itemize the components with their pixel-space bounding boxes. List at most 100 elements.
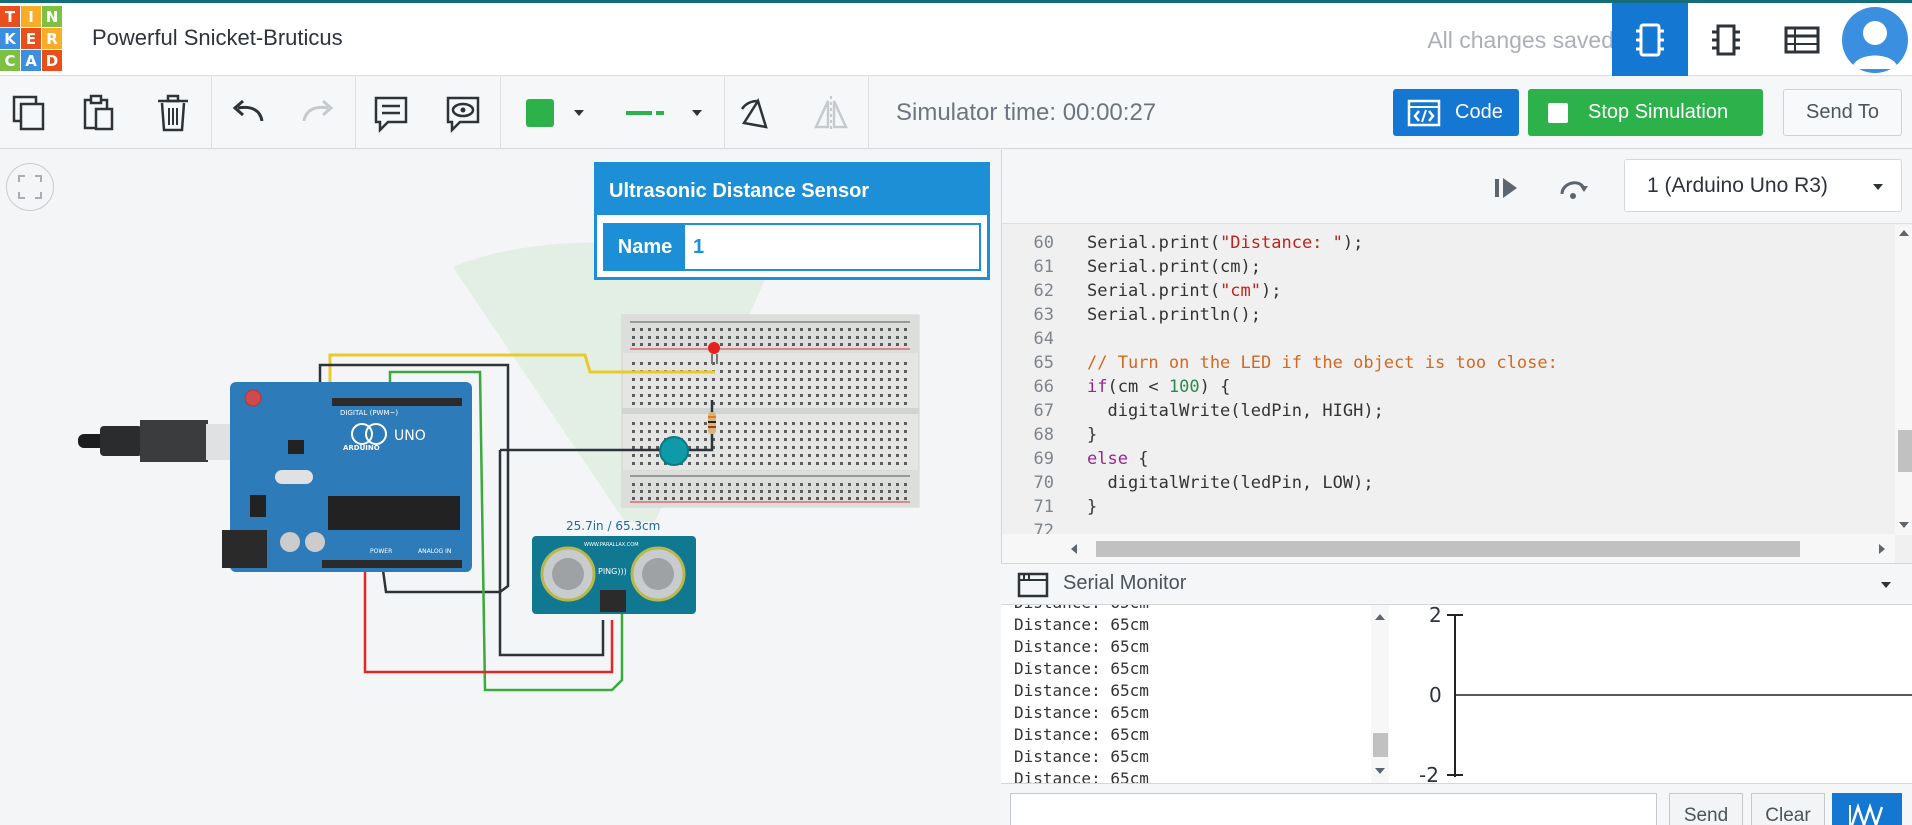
sensor-brand-label: WWW.PARALLAX.COM — [584, 542, 639, 548]
code-line[interactable]: 62 Serial.print("cm"); — [1002, 281, 1897, 305]
breadboard[interactable] — [621, 314, 920, 508]
delete-button[interactable] — [150, 90, 196, 136]
name-field[interactable]: 1 — [685, 225, 979, 269]
arduino-uno-board[interactable]: DIGITAL (PWM~) ARDUINO UNO POWER ANALOG … — [222, 382, 472, 572]
serial-output: Distance: 65cm Distance: 65cm Distance: 65… — [1001, 605, 1371, 783]
chevron-down-icon — [1873, 184, 1883, 190]
toolbar-divider — [211, 77, 212, 149]
resistor[interactable] — [708, 412, 716, 434]
code-line[interactable]: 64 — [1002, 329, 1897, 353]
schematic-view-button[interactable] — [1688, 3, 1764, 76]
code-line[interactable]: 68} — [1002, 425, 1897, 449]
code-line[interactable]: 72 — [1002, 521, 1897, 535]
wire-color-picker[interactable] — [512, 90, 594, 136]
serial-monitor-header[interactable]: Serial Monitor — [1001, 563, 1912, 605]
stop-simulation-button[interactable]: Stop Simulation — [1528, 89, 1763, 136]
toolbar-divider — [868, 77, 869, 149]
serial-line: Distance: 65cm — [1014, 703, 1149, 722]
code-text: Serial.print("Distance: "); — [1087, 233, 1363, 253]
code-text: digitalWrite(ledPin, LOW); — [1087, 473, 1373, 493]
delete-icon — [158, 94, 188, 132]
undo-button[interactable] — [225, 90, 271, 136]
ultrasonic-sensor[interactable]: 25.7in / 65.3cm WWW.PARALLAX.COM PING))) — [532, 519, 696, 614]
code-vertical-scroll-thumb[interactable] — [1898, 430, 1912, 472]
stop-icon — [1548, 102, 1568, 123]
code-line[interactable]: 71} — [1002, 497, 1897, 521]
code-token: Serial.print( — [1087, 233, 1221, 253]
send-button[interactable]: Send — [1669, 793, 1743, 825]
power-label: POWER — [370, 548, 392, 555]
restart-icon[interactable] — [1558, 174, 1588, 202]
logo-letter: E — [21, 28, 41, 49]
code-token: Serial.print( — [1087, 281, 1221, 301]
code-button[interactable]: Code — [1393, 89, 1519, 136]
circuit-canvas[interactable]: DIGITAL (PWM~) ARDUINO UNO POWER ANALOG … — [0, 150, 1001, 825]
notes-visibility-button[interactable] — [440, 90, 486, 136]
code-text: // Turn on the LED if the object is too … — [1087, 353, 1558, 373]
paste-button[interactable] — [76, 90, 122, 136]
serial-scroll-thumb[interactable] — [1373, 733, 1388, 757]
line-number: 62 — [1033, 281, 1054, 301]
tinkercad-logo[interactable]: TIN KER CAD — [0, 6, 62, 72]
code-token: ) { — [1199, 377, 1231, 397]
rotate-button[interactable] — [733, 90, 779, 136]
chevron-down-icon — [574, 110, 584, 116]
clear-button[interactable]: Clear — [1751, 793, 1825, 825]
code-panel: 1 (Arduino Uno R3) 60 Serial.print("Dista… — [1001, 150, 1912, 563]
code-token: { — [1127, 449, 1149, 469]
code-line[interactable]: 67 digitalWrite(ledPin, HIGH); — [1002, 401, 1897, 425]
sensor-name-label: PING))) — [598, 567, 627, 576]
serial-scrollbar[interactable] — [1371, 605, 1389, 783]
serial-monitor-title: Serial Monitor — [1063, 572, 1187, 594]
serial-line: Distance: 65cm — [1014, 725, 1149, 744]
serial-plotter-graph: 2 0 -2 — [1419, 603, 1912, 787]
user-icon — [1852, 21, 1898, 69]
name-label: Name — [605, 225, 685, 269]
serial-line: Distance: 65cm — [1014, 769, 1149, 783]
chevron-down-icon[interactable] — [1879, 580, 1893, 590]
rotate-icon — [740, 98, 768, 129]
serial-input[interactable] — [1010, 793, 1657, 825]
line-number: 67 — [1033, 401, 1054, 421]
code-token: "cm" — [1220, 281, 1262, 301]
code-line[interactable]: 60 Serial.print("Distance: "); — [1002, 233, 1897, 257]
graph-icon — [1849, 803, 1884, 825]
serial-plotter: 2 0 -2 — [1389, 603, 1912, 787]
flip-button[interactable] — [808, 90, 854, 136]
code-token: Serial.print(cm); — [1087, 257, 1261, 277]
redo-button[interactable] — [295, 90, 341, 136]
code-line[interactable]: 61 Serial.print(cm); — [1002, 257, 1897, 281]
code-editor[interactable]: 60 Serial.print("Distance: "); 61 Serial.pr… — [1002, 225, 1897, 535]
user-avatar[interactable] — [1842, 7, 1908, 73]
inspector-name-row: Name 1 — [603, 223, 981, 271]
logo-letter: K — [0, 28, 20, 49]
circuit-view-button[interactable] — [1612, 3, 1688, 76]
code-line[interactable]: 63 Serial.println(); — [1002, 305, 1897, 329]
project-title[interactable]: Powerful Snicket-Bruticus — [92, 25, 343, 51]
code-horizontal-scrollbar[interactable] — [1002, 534, 1895, 563]
circuit-view-icon — [1636, 23, 1664, 56]
code-line[interactable]: 66 if(cm < 100) { — [1002, 377, 1897, 401]
sensor-selection-handle[interactable] — [659, 436, 689, 466]
schematic-view-icon — [1712, 24, 1740, 55]
code-line[interactable]: 70 digitalWrite(ledPin, LOW); — [1002, 473, 1897, 497]
code-line[interactable]: 65 // Turn on the LED if the object is to… — [1002, 353, 1897, 377]
device-select[interactable]: 1 (Arduino Uno R3) — [1624, 159, 1902, 212]
code-horizontal-scroll-thumb[interactable] — [1096, 541, 1800, 557]
code-line[interactable]: 69 else { — [1002, 449, 1897, 473]
copy-button[interactable] — [6, 90, 52, 136]
graph-toggle-button[interactable] — [1832, 793, 1902, 825]
code-text: } — [1087, 425, 1097, 445]
serial-line: Distance: 65cm — [1014, 605, 1149, 615]
line-number: 63 — [1033, 305, 1054, 325]
code-vertical-scrollbar[interactable] — [1895, 225, 1912, 535]
undo-icon — [232, 99, 264, 122]
wire-type-selector[interactable] — [612, 90, 714, 136]
uno-label: UNO — [394, 428, 426, 444]
code-text: digitalWrite(ledPin, HIGH); — [1087, 401, 1383, 421]
component-list-button[interactable] — [1764, 3, 1840, 76]
note-button[interactable] — [368, 90, 414, 136]
step-icon[interactable] — [1492, 174, 1520, 202]
line-number: 71 — [1033, 497, 1054, 517]
send-to-button[interactable]: Send To — [1783, 89, 1902, 136]
